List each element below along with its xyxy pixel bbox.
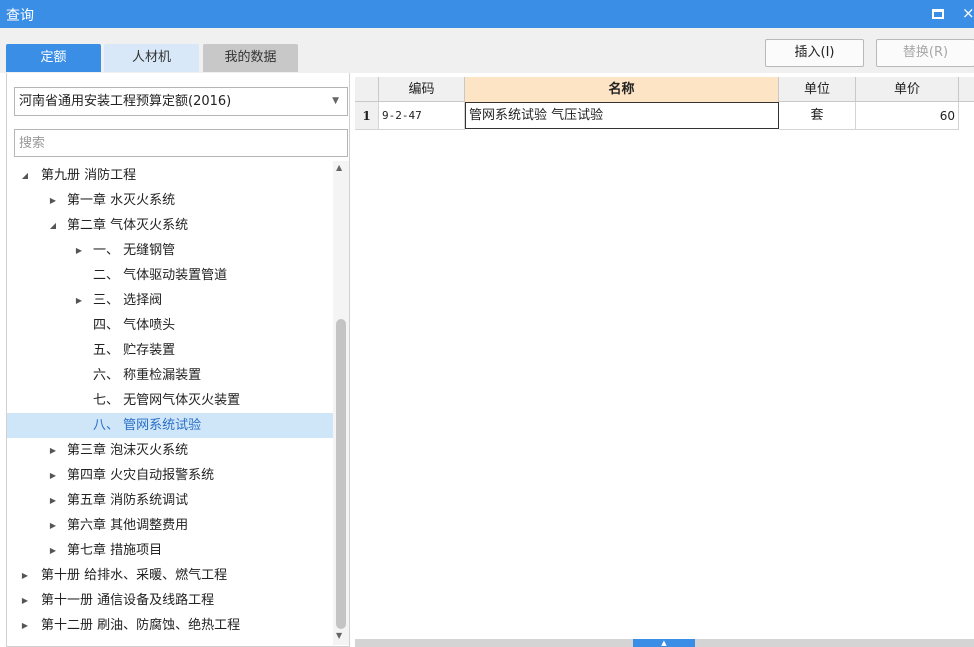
tree-item-label: 第六章 其他调整费用	[67, 518, 189, 533]
tree-item-label: 六、 称重检漏装置	[93, 368, 202, 383]
collapse-triangle-icon[interactable]: ▶	[47, 438, 59, 463]
tree-item[interactable]: ▶ 三、 选择阀	[7, 288, 333, 313]
table-row[interactable]: 1 9-2-47 管网系统试验 气压试验 套 60	[355, 102, 974, 130]
collapse-triangle-icon[interactable]: ▶	[47, 188, 59, 213]
scroll-up-icon[interactable]: ▲	[336, 163, 342, 172]
left-panel: 河南省通用安装工程预算定额(2016) ▼ ◢ 第九册 消防工程 ▶ 第一章 水灭火系…	[6, 73, 350, 647]
tree-item-label: 第十一册 通信设备及线路工程	[41, 593, 215, 608]
collapse-triangle-icon[interactable]: ▶	[19, 563, 31, 588]
close-icon[interactable]: ×	[962, 4, 974, 22]
cell-price[interactable]: 60	[856, 102, 959, 130]
splitter-handle-icon[interactable]: ▲	[633, 639, 695, 647]
collapse-triangle-icon[interactable]: ▶	[47, 463, 59, 488]
replace-button[interactable]: 替换(R)	[876, 39, 974, 67]
tree-item-label: 第三章 泡沫灭火系统	[67, 443, 189, 458]
cell-code[interactable]: 9-2-47	[379, 102, 465, 130]
tree-item[interactable]: 五、 贮存装置	[7, 338, 333, 363]
expand-triangle-icon[interactable]: ◢	[19, 163, 31, 188]
tree-item[interactable]: 八、 管网系统试验	[7, 413, 333, 438]
tree-item-label: 第十二册 刷油、防腐蚀、绝热工程	[41, 618, 241, 633]
tree-item-label: 第五章 消防系统调试	[67, 493, 189, 508]
tree-item[interactable]: ▶ 第五章 消防系统调试	[7, 488, 333, 513]
tree-item[interactable]: ▶ 第三章 泡沫灭火系统	[7, 438, 333, 463]
tab-quota[interactable]: 定额	[6, 44, 101, 72]
splitter-bar[interactable]: ▲	[355, 639, 974, 647]
tree-item-label: 二、 气体驱动装置管道	[93, 268, 228, 283]
tree-item-label: 第一章 水灭火系统	[67, 193, 176, 208]
tree-item[interactable]: 七、 无管网气体灭火装置	[7, 388, 333, 413]
tree-item[interactable]: 四、 气体喷头	[7, 313, 333, 338]
tree-scrollbar[interactable]: ▲ ▼	[333, 161, 349, 645]
expand-triangle-icon[interactable]: ◢	[47, 213, 59, 238]
collapse-triangle-icon[interactable]: ▶	[73, 288, 85, 313]
collapse-triangle-icon[interactable]: ▶	[19, 613, 31, 638]
tree-item-label: 五、 贮存装置	[93, 343, 176, 358]
row-number-header	[355, 77, 379, 102]
window-title: 查询	[6, 8, 34, 24]
quota-table: 编码 名称 单位 单价 1 9-2-47 管网系统试验 气压试验 套 60 ▲	[355, 73, 974, 647]
tree-item[interactable]: ◢ 第二章 气体灭火系统	[7, 213, 333, 238]
collapse-triangle-icon[interactable]: ▶	[73, 238, 85, 263]
collapse-triangle-icon[interactable]: ▶	[47, 513, 59, 538]
cell-name[interactable]: 管网系统试验 气压试验	[465, 102, 779, 129]
scrollbar-thumb[interactable]	[336, 319, 346, 629]
quota-library-select[interactable]: 河南省通用安装工程预算定额(2016) ▼	[14, 87, 348, 116]
insert-button[interactable]: 插入(I)	[765, 39, 864, 67]
table-header: 编码 名称 单位 单价	[355, 77, 974, 102]
title-bar: 查询 ×	[0, 0, 974, 28]
tree-item[interactable]: 六、 称重检漏装置	[7, 363, 333, 388]
tree-item-label: 八、 管网系统试验	[93, 418, 202, 433]
collapse-triangle-icon[interactable]: ▶	[47, 538, 59, 563]
quota-library-value: 河南省通用安装工程预算定额(2016)	[19, 94, 232, 109]
row-number: 1	[355, 102, 379, 130]
tree-item[interactable]: ▶ 一、 无缝钢管	[7, 238, 333, 263]
tree-item[interactable]: ◢ 第九册 消防工程	[7, 163, 333, 188]
restore-icon[interactable]	[932, 9, 944, 19]
column-header-unit[interactable]: 单位	[779, 77, 856, 102]
tree-item-label: 第二章 气体灭火系统	[67, 218, 189, 233]
category-tree: ◢ 第九册 消防工程 ▶ 第一章 水灭火系统 ◢ 第二章 气体灭火系统 ▶ 一、 无缝钢管二、…	[7, 163, 333, 645]
collapse-triangle-icon[interactable]: ▶	[19, 588, 31, 613]
tree-item[interactable]: ▶ 第十册 给排水、采暖、燃气工程	[7, 563, 333, 588]
tree-item-label: 一、 无缝钢管	[93, 243, 176, 258]
tree-item[interactable]: 二、 气体驱动装置管道	[7, 263, 333, 288]
chevron-down-icon: ▼	[332, 96, 339, 106]
tree-item-label: 第九册 消防工程	[41, 168, 137, 183]
tree-item-label: 第十册 给排水、采暖、燃气工程	[41, 568, 228, 583]
tree-item-label: 第四章 火灾自动报警系统	[67, 468, 215, 483]
tree-item[interactable]: ▶ 第一章 水灭火系统	[7, 188, 333, 213]
column-header-code[interactable]: 编码	[379, 77, 465, 102]
tree-item[interactable]: ▶ 第六章 其他调整费用	[7, 513, 333, 538]
tree-item-label: 七、 无管网气体灭火装置	[93, 393, 241, 408]
column-header-name[interactable]: 名称	[465, 77, 779, 102]
collapse-triangle-icon[interactable]: ▶	[47, 488, 59, 513]
tree-item[interactable]: ▶ 第十一册 通信设备及线路工程	[7, 588, 333, 613]
tree-item[interactable]: ▶ 第十二册 刷油、防腐蚀、绝热工程	[7, 613, 333, 638]
tab-labor-material-machine[interactable]: 人材机	[104, 44, 199, 72]
column-header-price[interactable]: 单价	[856, 77, 959, 102]
tab-my-data[interactable]: 我的数据	[203, 44, 298, 72]
search-input[interactable]	[14, 129, 348, 157]
tree-item-label: 三、 选择阀	[93, 293, 163, 308]
tree-item[interactable]: ▶ 第七章 措施项目	[7, 538, 333, 563]
toolbar: 定额 人材机 我的数据 插入(I) 替换(R)	[0, 28, 974, 73]
scroll-down-icon[interactable]: ▼	[336, 631, 342, 640]
tree-item-label: 第七章 措施项目	[67, 543, 163, 558]
tree-item[interactable]: ▶ 第四章 火灾自动报警系统	[7, 463, 333, 488]
tree-item-label: 四、 气体喷头	[93, 318, 176, 333]
cell-unit[interactable]: 套	[779, 102, 856, 130]
